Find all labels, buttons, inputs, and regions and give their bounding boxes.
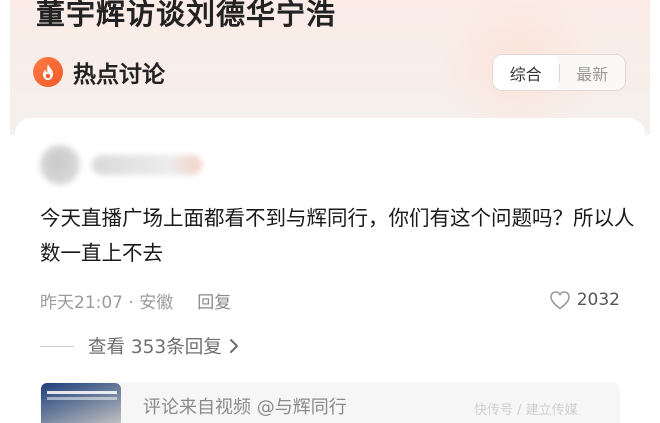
watermark: 快传号 / 建立传媒	[474, 403, 578, 418]
fire-icon	[33, 57, 63, 87]
comment-time-location: 昨天21:07 · 安徽	[40, 292, 174, 313]
like-button[interactable]: 2032	[549, 290, 620, 310]
username-blurred[interactable]	[92, 155, 202, 175]
sort-tab-comprehensive[interactable]: 综合	[493, 55, 559, 90]
view-replies-link[interactable]: 查看 353条回复	[40, 333, 239, 359]
sort-toggle: 综合 最新	[492, 54, 626, 91]
replies-dash	[40, 345, 74, 347]
heart-icon	[549, 290, 571, 310]
avatar[interactable]	[40, 145, 80, 185]
section-header: 热点讨论	[33, 55, 165, 89]
source-label[interactable]: 评论来自视频 @与辉同行	[143, 393, 347, 419]
comment-meta: 昨天21:07 · 安徽 回复 2032	[40, 285, 620, 315]
comment-body: 今天直播广场上面都看不到与辉同行，你们有这个问题吗？所以人数一直上不去	[40, 206, 635, 265]
like-count: 2032	[576, 290, 620, 310]
comment-user[interactable]	[40, 145, 202, 185]
page-headline: 董宇辉访谈刘德华宁浩	[36, 0, 337, 31]
section-title: 热点讨论	[73, 62, 165, 88]
reply-button[interactable]: 回复	[197, 288, 231, 313]
chevron-right-icon	[229, 338, 239, 354]
sort-tab-latest[interactable]: 最新	[560, 55, 626, 90]
video-thumbnail[interactable]	[41, 383, 121, 423]
view-replies-label: 查看 353条回复	[88, 337, 222, 358]
